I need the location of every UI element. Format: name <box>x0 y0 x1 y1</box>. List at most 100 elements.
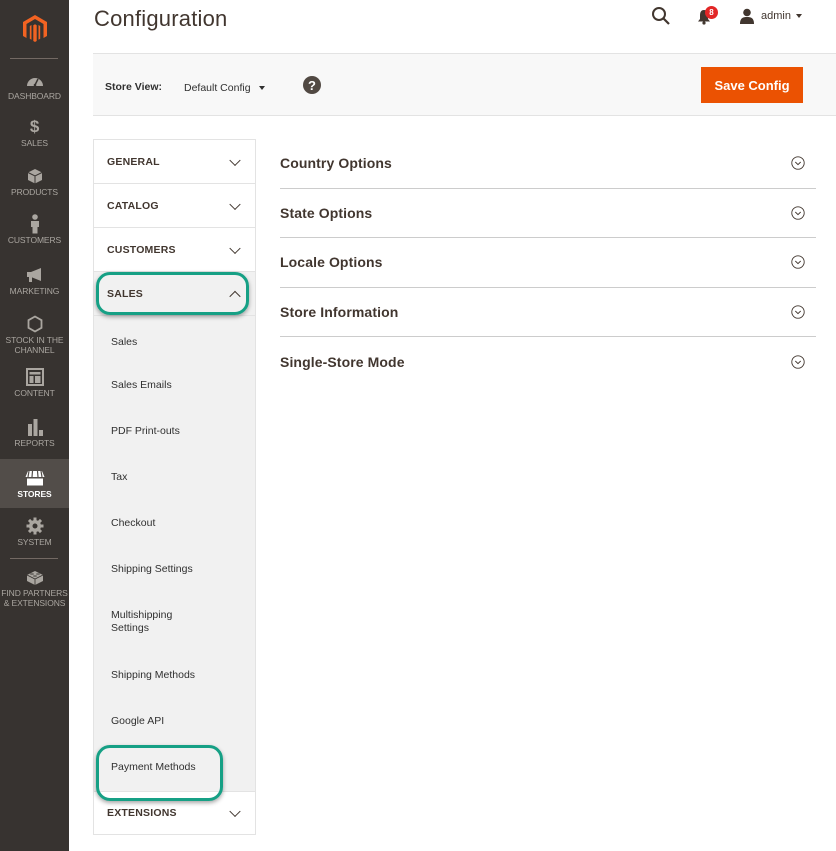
tab-item-label: Tax <box>111 470 128 483</box>
tab-item-payment-methods[interactable]: Payment Methods <box>94 744 255 791</box>
app: DASHBOARD $ SALES PRODUCTS CUSTOMERS MAR… <box>0 0 836 851</box>
section-title: Store Information <box>280 303 399 320</box>
save-config-button[interactable]: Save Config <box>701 67 803 103</box>
magento-logo-icon <box>22 14 47 42</box>
section-single-store-mode[interactable]: Single-Store Mode <box>280 337 816 387</box>
nav-label: FIND PARTNERS <box>1 588 68 598</box>
nav-item-sales[interactable]: $ SALES <box>0 117 69 148</box>
tab-customers[interactable]: CUSTOMERS <box>93 227 256 271</box>
chevron-down-icon <box>229 242 241 254</box>
tab-extensions[interactable]: EXTENSIONS <box>93 791 256 835</box>
nav-label: CUSTOMERS <box>7 235 62 245</box>
expand-circle-icon <box>791 255 805 269</box>
tab-item-sales-emails[interactable]: Sales Emails <box>94 362 255 408</box>
hexagon-icon <box>27 314 43 334</box>
chevron-down-icon <box>229 154 241 166</box>
nav-item-system[interactable]: SYSTEM <box>0 516 69 547</box>
sales-tab-items: Sales Sales Emails PDF Print-outs Tax Ch… <box>93 315 256 791</box>
nav-item-reports[interactable]: REPORTS <box>0 417 69 448</box>
section-store-information[interactable]: Store Information <box>280 288 816 337</box>
section-locale-options[interactable]: Locale Options <box>280 238 816 288</box>
nav-label: DASHBOARD <box>8 91 61 101</box>
nav-item-products[interactable]: PRODUCTS <box>0 166 69 197</box>
tab-item-shipping-settings[interactable]: Shipping Settings <box>94 546 255 592</box>
section-title: State Options <box>280 204 373 221</box>
tab-item-tax[interactable]: Tax <box>94 454 255 500</box>
gear-icon <box>26 516 44 536</box>
chevron-down-icon <box>258 86 265 90</box>
nav-label: CHANNEL <box>14 345 55 355</box>
section-title: Single-Store Mode <box>280 353 405 370</box>
tab-item-label: Checkout <box>111 516 156 529</box>
nav-label: REPORTS <box>14 438 55 448</box>
nav-item-content[interactable]: CONTENT <box>0 367 69 398</box>
tab-item-pdf-print-outs[interactable]: PDF Print-outs <box>94 408 255 454</box>
nav-label: PRODUCTS <box>11 187 58 197</box>
box-icon <box>27 166 43 186</box>
person-icon <box>30 214 40 234</box>
tab-catalog[interactable]: CATALOG <box>93 183 256 227</box>
nav-item-marketing[interactable]: MARKETING <box>0 265 69 296</box>
megaphone-icon <box>26 265 44 285</box>
expand-circle-icon <box>791 156 805 170</box>
section-title: Country Options <box>280 155 392 172</box>
section-title: Locale Options <box>280 254 383 271</box>
tab-item-shipping-methods[interactable]: Shipping Methods <box>94 652 255 698</box>
bar-chart-icon <box>27 417 43 437</box>
tab-label: CATALOG <box>107 199 159 212</box>
expand-circle-icon <box>791 355 805 369</box>
tab-item-sales[interactable]: Sales <box>94 316 255 362</box>
config-tabs: GENERAL CATALOG CUSTOMERS SALES Sales Sa… <box>93 139 256 835</box>
tab-sales[interactable]: SALES <box>93 271 256 315</box>
nav-item-customers[interactable]: CUSTOMERS <box>0 214 69 245</box>
dashboard-icon <box>26 70 44 90</box>
tab-item-label: Google API <box>111 714 165 727</box>
tab-item-label: Multishipping Settings <box>111 609 173 634</box>
tab-label: SALES <box>107 287 144 300</box>
user-account-menu[interactable]: admin <box>739 7 802 25</box>
tab-label: GENERAL <box>107 155 160 168</box>
user-name: admin <box>761 10 791 22</box>
tab-item-label: Shipping Methods <box>111 668 196 681</box>
tab-general[interactable]: GENERAL <box>93 139 256 183</box>
global-search-button[interactable] <box>651 6 671 26</box>
store-view-label: Store View: <box>105 81 162 93</box>
nav-item-stores[interactable]: STORES <box>0 459 69 508</box>
config-sections: Country Options State Options Locale Opt… <box>280 139 816 387</box>
logo-divider <box>10 58 58 59</box>
lego-brick-icon <box>26 567 44 587</box>
dollar-icon: $ <box>29 117 40 136</box>
nav-label: MARKETING <box>9 286 60 296</box>
nav-label: STOCK IN THE <box>5 335 64 345</box>
tab-label: EXTENSIONS <box>107 807 177 819</box>
nav-label: & EXTENSIONS <box>3 598 66 608</box>
section-country-options[interactable]: Country Options <box>280 139 816 189</box>
tab-item-checkout[interactable]: Checkout <box>94 500 255 546</box>
page-title: Configuration <box>94 6 228 31</box>
nav-item-stock-in-the-channel[interactable]: STOCK IN THE CHANNEL <box>0 314 69 355</box>
admin-sidebar: DASHBOARD $ SALES PRODUCTS CUSTOMERS MAR… <box>0 0 69 851</box>
nav-divider <box>10 558 58 559</box>
chevron-down-icon <box>229 805 241 818</box>
store-view-selected: Default Config <box>184 82 251 94</box>
notifications-count-badge: 8 <box>705 6 718 19</box>
nav-item-find-partners[interactable]: FIND PARTNERS & EXTENSIONS <box>0 567 69 608</box>
nav-item-dashboard[interactable]: DASHBOARD <box>0 70 69 101</box>
help-icon[interactable]: ? <box>303 76 321 94</box>
chevron-down-icon <box>795 14 802 18</box>
nav-label: STORES <box>17 489 52 499</box>
tab-item-multishipping-settings[interactable]: Multishipping Settings <box>94 592 194 652</box>
magento-logo[interactable] <box>0 0 69 57</box>
store-icon <box>25 468 45 488</box>
nav-label: SALES <box>21 138 48 148</box>
tab-item-label: Sales Emails <box>111 378 172 391</box>
tab-item-google-api[interactable]: Google API <box>94 698 255 744</box>
expand-circle-icon <box>791 305 805 319</box>
section-state-options[interactable]: State Options <box>280 189 816 238</box>
expand-circle-icon <box>791 206 805 220</box>
tab-item-label: Shipping Settings <box>111 562 193 575</box>
store-view-bar: Store View: Default Config ? Save Config <box>93 53 836 116</box>
store-view-switcher[interactable]: Default Config <box>184 82 265 94</box>
chevron-up-icon <box>229 290 241 302</box>
tab-item-label: Sales <box>111 335 138 348</box>
